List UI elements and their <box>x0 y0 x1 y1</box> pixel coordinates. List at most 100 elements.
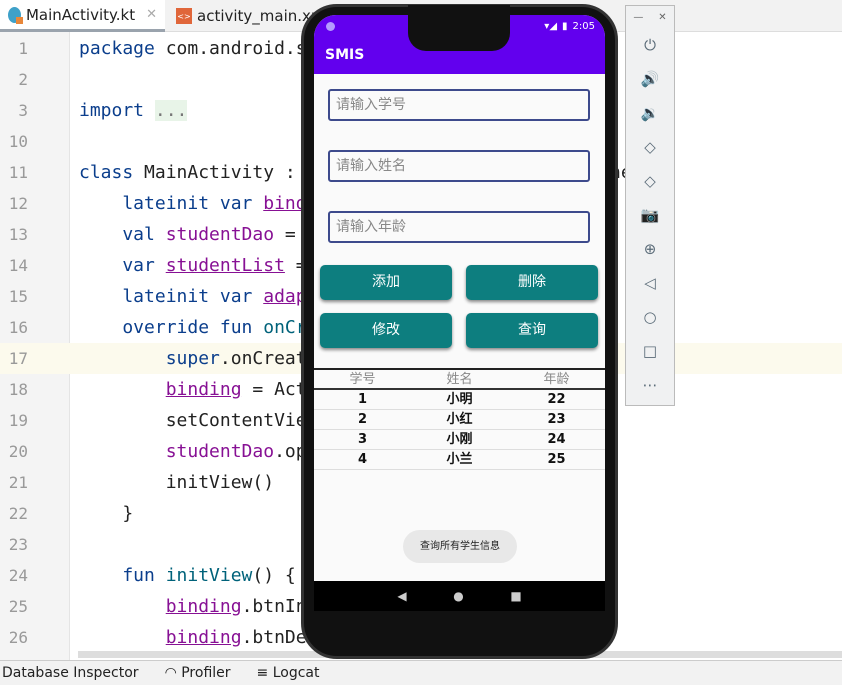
code-token: binding <box>165 379 242 400</box>
close-icon[interactable]: ✕ <box>146 7 157 22</box>
phone-screen: ▾◢ ▮ 2:05 SMIS 请输入学号 请输入姓名 请输入年龄 添加 删除 修改 … <box>314 15 605 610</box>
table-row[interactable]: 4 小兰 25 <box>314 450 605 470</box>
query-all-button[interactable]: 查询所有学生信息 <box>403 530 517 563</box>
cell-age: 22 <box>547 392 566 407</box>
cell-age: 24 <box>547 432 566 447</box>
query-button[interactable]: 查询 <box>466 313 598 348</box>
code-text: lateinit var bind <box>79 188 306 219</box>
cell-age: 25 <box>547 452 566 467</box>
phone-notch <box>408 5 510 51</box>
line-number: 10 <box>8 132 28 151</box>
code-token: com.android.s <box>154 38 307 59</box>
code-token: ... <box>154 100 188 121</box>
code-text: import ... <box>79 95 188 126</box>
notification-dot-icon <box>326 22 335 31</box>
back-icon[interactable]: ◀ <box>397 589 406 603</box>
recents-icon[interactable]: ■ <box>510 589 521 603</box>
logcat-icon: ≡ <box>256 665 273 681</box>
profiler-label: Profiler <box>181 665 231 681</box>
student-id-input[interactable]: 请输入学号 <box>328 89 590 121</box>
header-age: 年龄 <box>543 372 570 387</box>
table-row[interactable]: 1 小明 22 <box>314 390 605 410</box>
line-number: 3 <box>18 101 28 120</box>
code-text: super.onCreat <box>79 343 307 374</box>
line-number: 22 <box>8 504 28 523</box>
line-number: 21 <box>8 473 28 492</box>
line-number: 17 <box>8 349 28 368</box>
line-number: 11 <box>8 163 28 182</box>
code-text: var studentList = <box>79 250 306 281</box>
home-icon[interactable]: ○ <box>626 300 674 334</box>
line-number: 2 <box>18 70 28 89</box>
table-header: 学号 姓名 年龄 <box>314 370 605 390</box>
volume-up-icon[interactable]: 🔊 <box>626 62 674 96</box>
code-token: binding <box>165 627 242 648</box>
tab-mainactivity[interactable]: MainActivity.kt ✕ <box>0 0 165 32</box>
modify-button[interactable]: 修改 <box>320 313 452 348</box>
rotate-left-icon[interactable]: ◇ <box>626 130 674 164</box>
tab-label: MainActivity.kt <box>25 5 136 24</box>
logcat-label: Logcat <box>272 665 320 681</box>
cell-name: 小兰 <box>446 452 473 467</box>
code-text: package com.android.s <box>79 33 307 64</box>
code-token: override fun <box>79 317 264 338</box>
line-number: 24 <box>8 566 28 585</box>
status-time: 2:05 <box>572 21 595 32</box>
cell-name: 小红 <box>446 412 473 427</box>
code-token: .btnIn <box>241 596 307 617</box>
student-table: 学号 姓名 年龄 1 小明 22 2 小红 23 3 小刚 24 4 小兰 25 <box>314 368 605 470</box>
code-token: studentList <box>165 255 285 276</box>
cell-id: 1 <box>357 392 368 407</box>
line-number: 13 <box>8 225 28 244</box>
android-nav-bar: ◀ ● ■ <box>314 581 605 611</box>
header-id: 学号 <box>349 372 376 387</box>
minimize-icon[interactable]: — <box>633 12 643 23</box>
code-token: import <box>79 100 145 121</box>
age-input[interactable]: 请输入年龄 <box>328 211 590 243</box>
code-text: lateinit var adap <box>79 281 306 312</box>
line-number: 26 <box>8 628 28 647</box>
code-token: initView() <box>79 472 275 493</box>
home-icon[interactable]: ● <box>453 589 463 603</box>
name-input[interactable]: 请输入姓名 <box>328 150 590 182</box>
cell-id: 2 <box>357 412 368 427</box>
emulator-toolbar: — ✕ ⏻ 🔊 🔉 ◇ ◇ 📷 ⊕ ◁ ○ □ ⋯ <box>625 5 675 406</box>
code-token: .onCreat <box>219 348 307 369</box>
header-name: 姓名 <box>446 372 473 387</box>
close-icon[interactable]: ✕ <box>658 12 666 23</box>
xml-file-icon: <> <box>176 8 192 24</box>
camera-icon[interactable]: 📷 <box>626 198 674 232</box>
line-number: 25 <box>8 597 28 616</box>
profiler-icon: ◠ <box>164 665 182 681</box>
more-icon[interactable]: ⋯ <box>626 368 674 402</box>
line-number: 19 <box>8 411 28 430</box>
logcat-tab[interactable]: ≡ Logcat <box>257 665 320 681</box>
rotate-right-icon[interactable]: ◇ <box>626 164 674 198</box>
code-token: () { <box>252 565 296 586</box>
code-token: } <box>79 503 134 524</box>
code-text: binding.btnIn <box>79 591 307 622</box>
add-button[interactable]: 添加 <box>320 265 452 300</box>
table-row[interactable]: 3 小刚 24 <box>314 430 605 450</box>
power-icon[interactable]: ⏻ <box>626 28 674 62</box>
zoom-icon[interactable]: ⊕ <box>626 232 674 266</box>
volume-down-icon[interactable]: 🔉 <box>626 96 674 130</box>
line-number: 15 <box>8 287 28 306</box>
delete-button[interactable]: 删除 <box>466 265 598 300</box>
back-icon[interactable]: ◁ <box>626 266 674 300</box>
cell-name: 小明 <box>446 392 473 407</box>
line-number: 20 <box>8 442 28 461</box>
profiler-tab[interactable]: ◠ Profiler <box>165 665 231 681</box>
line-number: 23 <box>8 535 28 554</box>
code-token: lateinit var <box>79 193 264 214</box>
cell-age: 23 <box>547 412 566 427</box>
overview-icon[interactable]: □ <box>626 334 674 368</box>
code-token: super <box>79 348 220 369</box>
code-token: lateinit var <box>79 286 264 307</box>
database-inspector-tab[interactable]: Database Inspector <box>2 665 139 681</box>
table-row[interactable]: 2 小红 23 <box>314 410 605 430</box>
code-text: fun initView() { <box>79 560 296 591</box>
code-text: } <box>79 498 133 529</box>
